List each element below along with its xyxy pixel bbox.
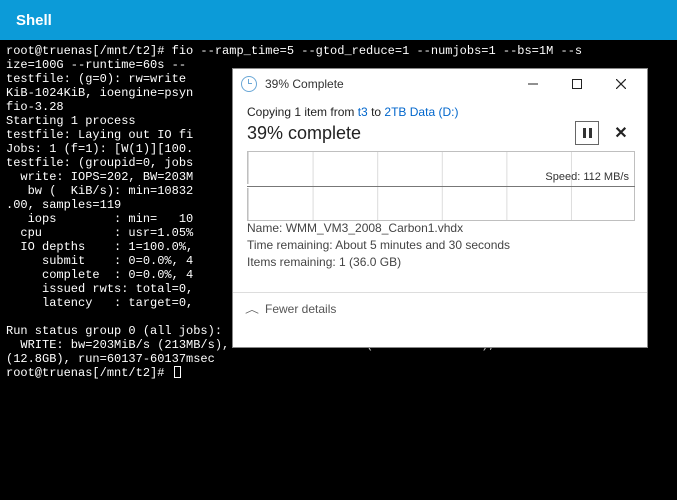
clock-icon: [241, 76, 257, 92]
file-copy-dialog: 39% Complete Copying 1 item from t3 to 2…: [232, 68, 648, 348]
dialog-titlebar[interactable]: 39% Complete: [233, 69, 647, 99]
speed-label: Speed: 112 MB/s: [545, 171, 629, 183]
copy-status-line: Copying 1 item from t3 to 2TB Data (D:): [247, 105, 633, 119]
dialog-title: 39% Complete: [265, 77, 511, 91]
copy-dest-link[interactable]: 2TB Data (D:): [384, 105, 458, 119]
minimize-button[interactable]: [511, 69, 555, 99]
transfer-rate-chart: Speed: 112 MB/s: [247, 151, 635, 221]
shell-title: Shell: [16, 12, 52, 29]
maximize-button[interactable]: [555, 69, 599, 99]
copy-items-remaining: Items remaining: 1 (36.0 GB): [247, 255, 633, 269]
shell-header: Shell: [0, 0, 677, 40]
dialog-separator: [233, 292, 647, 293]
copy-time-remaining: Time remaining: About 5 minutes and 30 s…: [247, 238, 633, 252]
pause-button[interactable]: [575, 121, 599, 145]
fewer-details-toggle[interactable]: ︿ Fewer details: [233, 301, 647, 326]
cancel-button[interactable]: ✕: [609, 121, 633, 145]
copy-source-link[interactable]: t3: [358, 105, 368, 119]
chevron-up-icon: ︿: [245, 301, 259, 316]
close-button[interactable]: [599, 69, 643, 99]
copy-file-name: Name: WMM_VM3_2008_Carbon1.vhdx: [247, 221, 633, 235]
terminal-cursor: [174, 366, 181, 378]
percent-complete-text: 39% complete: [247, 123, 361, 144]
